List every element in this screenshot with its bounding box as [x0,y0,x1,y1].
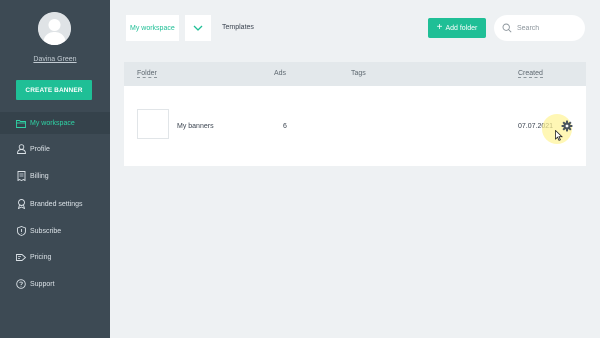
search-input[interactable] [517,24,577,32]
search-box[interactable] [494,15,585,41]
column-header-ads: Ads [274,70,287,77]
sidebar-item-branded-settings[interactable]: Branded settings [0,193,110,215]
sidebar-item-label: Billing [30,172,49,180]
sidebar-item-pricing[interactable]: Pricing [0,246,110,268]
sidebar: Davina Green CREATE BANNER My workspace … [0,0,110,338]
sidebar-item-label: My workspace [30,119,75,127]
folder-icon [16,118,26,128]
sidebar-item-billing[interactable]: Billing [0,165,110,187]
sidebar-item-support[interactable]: Support [0,273,110,295]
receipt-icon [16,171,26,181]
avatar[interactable] [38,12,71,45]
sidebar-item-subscribe[interactable]: Subscribe [0,220,110,242]
sidebar-item-label: Support [30,280,55,288]
sidebar-item-my-workspace[interactable]: My workspace [0,112,110,134]
user-icon [16,144,26,154]
badge-icon [16,199,26,209]
workspace-dropdown-toggle[interactable] [185,15,211,41]
sidebar-item-profile[interactable]: Profile [0,138,110,160]
create-banner-button[interactable]: CREATE BANNER [16,80,92,100]
add-folder-label: Add folder [445,24,478,32]
column-header-created[interactable]: Created [518,70,543,78]
column-header-tags: Tags [351,70,366,77]
column-header-folder[interactable]: Folder [137,70,157,78]
ads-count: 6 [283,123,287,130]
mouse-cursor-icon [555,130,563,141]
table-row[interactable]: My banners 6 07.07.2021 [124,86,586,166]
tab-templates[interactable]: Templates [222,24,254,31]
add-folder-button[interactable]: + Add folder [428,18,486,38]
workspace-select[interactable]: My workspace [126,15,179,41]
folder-name[interactable]: My banners [177,123,214,130]
plus-icon: + [436,22,443,33]
user-avatar-icon [38,12,71,45]
user-name-link[interactable]: Davina Green [0,56,110,63]
sidebar-item-label: Subscribe [30,227,62,235]
sidebar-item-label: Branded settings [30,200,83,208]
sidebar-item-label: Profile [30,145,50,153]
main-content [110,0,600,338]
search-icon [502,23,512,33]
price-tag-icon [16,252,26,262]
table-header: Folder Ads Tags Created [124,62,586,86]
folder-thumbnail[interactable] [137,109,169,139]
shield-icon [16,226,26,236]
sidebar-item-label: Pricing [30,253,52,261]
chevron-down-icon [193,25,203,31]
help-icon [16,279,26,289]
